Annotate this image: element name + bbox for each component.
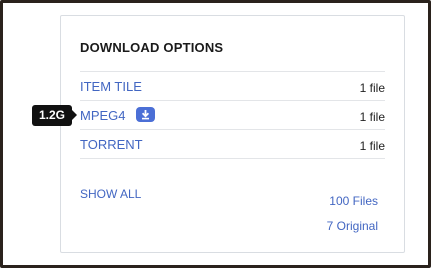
download-button[interactable] (136, 107, 155, 122)
download-options-panel: DOWNLOAD OPTIONS ITEM TILE 1 file MPEG4 … (60, 15, 405, 253)
download-icon (141, 110, 150, 120)
file-size-tooltip: 1.2G (32, 105, 77, 126)
item-tile-link[interactable]: ITEM TILE (80, 79, 142, 94)
show-all-link[interactable]: SHOW ALL (80, 187, 141, 201)
panel-title: DOWNLOAD OPTIONS (80, 40, 224, 55)
download-row-torrent: TORRENT 1 file (80, 129, 385, 159)
mpeg4-link[interactable]: MPEG4 (80, 108, 126, 123)
file-count: 1 file (359, 110, 385, 124)
total-files-link[interactable]: 100 Files (329, 194, 378, 208)
download-row-item-tile: ITEM TILE 1 file (80, 71, 385, 100)
torrent-link[interactable]: TORRENT (80, 137, 143, 152)
file-count: 1 file (359, 139, 385, 153)
download-row-mpeg4: MPEG4 1 file (80, 100, 385, 129)
original-files-link[interactable]: 7 Original (327, 219, 378, 233)
file-count: 1 file (359, 81, 385, 95)
